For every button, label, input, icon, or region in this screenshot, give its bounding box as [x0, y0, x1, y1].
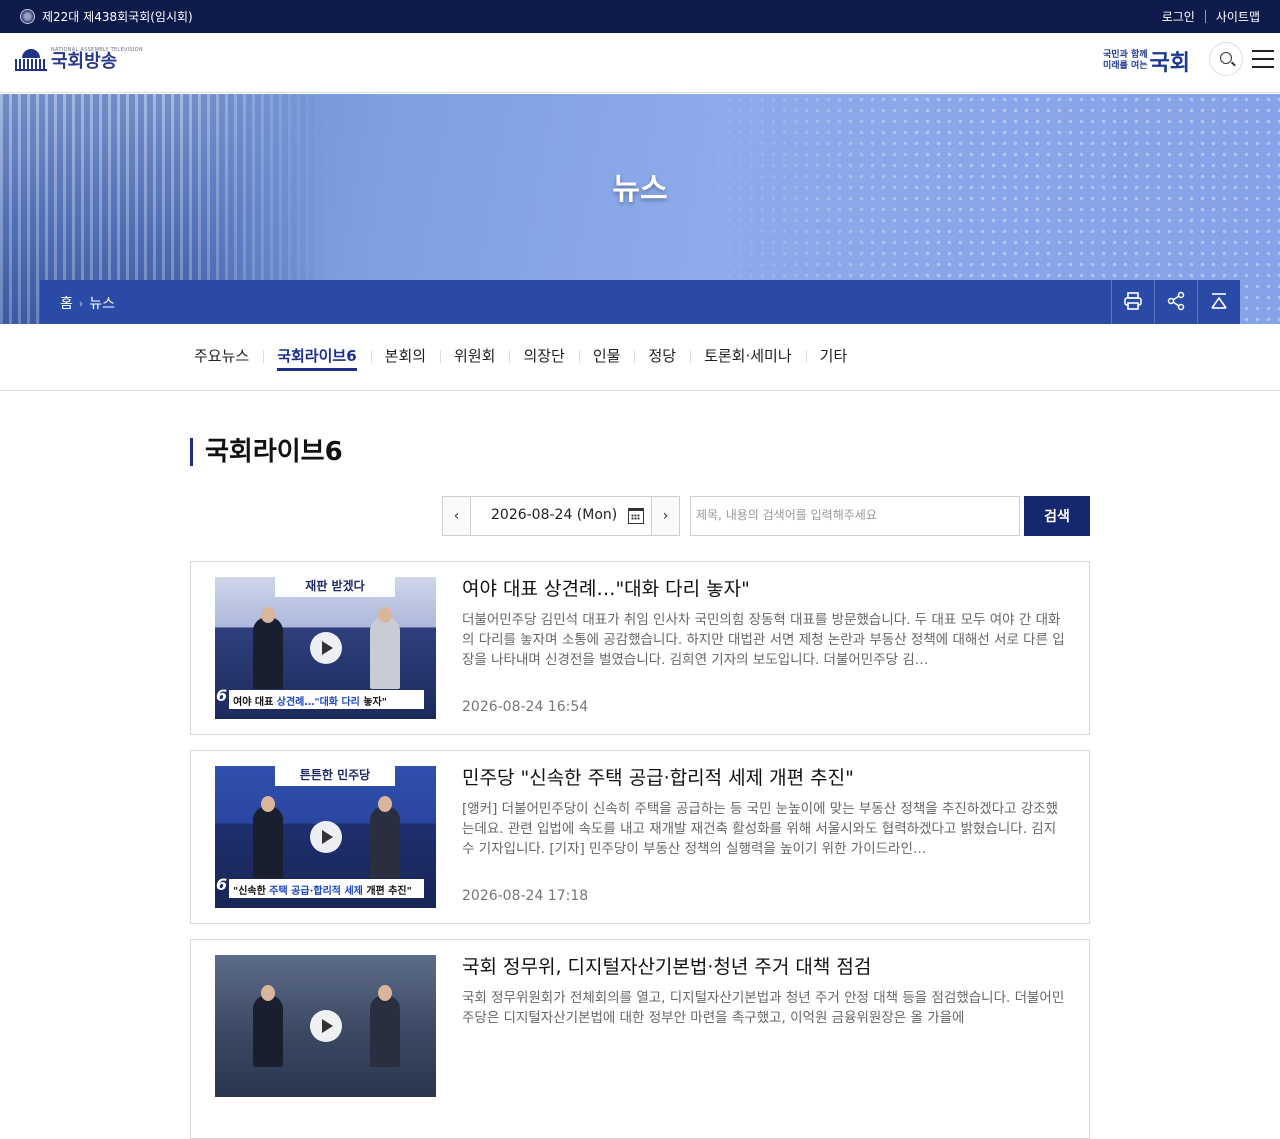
play-icon[interactable]	[310, 632, 342, 664]
breadcrumb: 홈 › 뉴스	[60, 293, 115, 313]
anchor-head	[261, 796, 275, 812]
video-thumbnail[interactable]: 튼튼한 민주당 6 "신속한 주택 공급·합리적 세제 개편 추진"	[215, 766, 436, 908]
logo-title: 국회방송	[51, 51, 118, 72]
anchor-head	[378, 796, 392, 812]
anchor-figure	[253, 806, 283, 878]
video-thumbnail[interactable]	[215, 955, 436, 1097]
anchor-figure	[370, 995, 400, 1067]
login-link[interactable]: 로그인	[1162, 8, 1195, 25]
next-date-button[interactable]: ›	[651, 497, 679, 535]
tab-7[interactable]: 토론회·세미나	[690, 346, 806, 366]
live6-logo: 6	[216, 686, 228, 705]
sitemap-link[interactable]: 사이트맵	[1216, 8, 1260, 25]
tab-4[interactable]: 의장단	[509, 346, 578, 366]
thumbnail-caption: 여야 대표 상견례…"대화 다리 놓자"	[229, 690, 424, 709]
slogan-big: 국회	[1149, 51, 1191, 76]
play-icon[interactable]	[310, 1010, 342, 1042]
tab-5[interactable]: 인물	[578, 346, 635, 366]
tab-list: 주요뉴스 국회라이브6 본회의 위원회 의장단 인물 정당 토론회·세미나 기타	[180, 346, 862, 371]
anchor-head	[378, 607, 392, 623]
anchor-figure	[370, 617, 400, 689]
anchor-figure	[253, 995, 283, 1067]
assembly-building-icon	[15, 49, 47, 71]
calendar-icon[interactable]	[628, 508, 644, 524]
assembly-slogan-logo[interactable]: 국민과 함께 미래를 여는 국회	[1103, 45, 1190, 77]
anchor-figure	[370, 806, 400, 878]
top-utility-bar: 제22대 제438회국회(임시회) 로그인 사이트맵	[0, 0, 1280, 33]
video-thumbnail[interactable]: 재판 받겠다 6 여야 대표 상견례…"대화 다리 놓자"	[215, 577, 436, 719]
anchor-head	[378, 985, 392, 1001]
thumbnail-headline: 튼튼한 민주당	[275, 766, 395, 786]
tab-1[interactable]: 국회라이브6	[263, 346, 370, 371]
article-title[interactable]: 국회 정무위, 디지털자산기본법·청년 주거 대책 점검	[462, 952, 871, 979]
search-button[interactable]: 검색	[1024, 496, 1090, 536]
section-title: 국회라이브6	[190, 438, 343, 466]
article-title[interactable]: 여야 대표 상견례…"대화 다리 놓자"	[462, 574, 750, 601]
article-summary: 국회 정무위원회가 전체회의를 열고, 디지털자산기본법과 청년 주거 안정 대…	[462, 990, 1065, 1026]
prev-date-button[interactable]: ‹	[443, 497, 471, 535]
tab-label: 토론회·세미나	[704, 347, 792, 365]
article-summary: 더불어민주당 김민석 대표가 취임 인사차 국민의힘 장동혁 대표를 방문했습니…	[462, 612, 1065, 668]
article-card[interactable]: 재판 받겠다 6 여야 대표 상견례…"대화 다리 놓자" 여야 대표 상견례……	[190, 561, 1090, 735]
session-label: 제22대 제438회국회(임시회)	[42, 10, 193, 24]
tab-label: 기타	[819, 347, 848, 365]
share-icon	[1167, 291, 1185, 311]
article-title[interactable]: 민주당 "신속한 주택 공급·합리적 세제 개편 추진"	[462, 763, 854, 790]
article-card[interactable]: 튼튼한 민주당 6 "신속한 주택 공급·합리적 세제 개편 추진" 민주당 "…	[190, 750, 1090, 924]
tab-label: 본회의	[384, 347, 427, 365]
page-title: 뉴스	[612, 172, 668, 207]
hero-banner: 뉴스 홈 › 뉴스	[0, 94, 1280, 324]
tab-label: 위원회	[454, 347, 496, 365]
tab-3[interactable]: 위원회	[440, 346, 509, 366]
arrow-up-icon	[1211, 293, 1227, 309]
hamburger-menu-icon[interactable]	[1252, 50, 1274, 68]
print-button[interactable]	[1111, 280, 1154, 324]
live6-logo: 6	[216, 875, 228, 894]
tab-label: 국회라이브6	[277, 347, 357, 371]
article-timestamp: 2026-08-24 17:18	[462, 888, 589, 904]
assembly-emblem-icon	[20, 9, 35, 24]
tab-0[interactable]: 주요뉴스	[180, 346, 263, 366]
top-links: 로그인 사이트맵	[1162, 8, 1260, 25]
tab-label: 의장단	[523, 347, 565, 365]
search-input[interactable]	[696, 508, 1014, 522]
article-summary: [앵커] 더불어민주당이 신속히 주택을 공급하는 등 국민 눈높이에 맞는 부…	[462, 801, 1059, 857]
slogan-line1: 국민과 함께	[1103, 50, 1148, 60]
category-tabs: 주요뉴스 국회라이브6 본회의 위원회 의장단 인물 정당 토론회·세미나 기타	[0, 324, 1280, 391]
tab-2[interactable]: 본회의	[370, 346, 440, 366]
breadcrumb-bar: 홈 › 뉴스	[40, 280, 1240, 324]
anchor-head	[261, 607, 275, 623]
date-value[interactable]: 2026-08-24 (Mon)	[491, 507, 617, 523]
tab-label: 정당	[648, 347, 677, 365]
print-icon	[1124, 292, 1142, 310]
tab-label: 주요뉴스	[194, 347, 250, 365]
search-field	[690, 496, 1020, 536]
article-timestamp: 2026-08-24 16:54	[462, 699, 589, 715]
divider	[1204, 10, 1206, 23]
breadcrumb-home[interactable]: 홈	[60, 293, 73, 313]
site-header: NATIONAL ASSEMBLY TELEVISION 국회방송 국민과 함께…	[0, 33, 1280, 93]
tab-label: 인물	[592, 347, 621, 365]
article-card[interactable]: 국회 정무위, 디지털자산기본법·청년 주거 대책 점검 국회 정무위원회가 전…	[190, 939, 1090, 1139]
anchor-figure	[253, 617, 283, 689]
tab-6[interactable]: 정당	[634, 346, 690, 366]
scroll-top-button[interactable]	[1197, 280, 1240, 324]
anchor-head	[261, 985, 275, 1001]
session-info: 제22대 제438회국회(임시회)	[20, 8, 193, 25]
date-picker: ‹ 2026-08-24 (Mon) ›	[442, 496, 680, 536]
thumbnail-headline: 재판 받겠다	[275, 577, 395, 597]
thumbnail-caption: "신속한 주택 공급·합리적 세제 개편 추진"	[229, 879, 424, 898]
natv-logo[interactable]: NATIONAL ASSEMBLY TELEVISION 국회방송	[15, 48, 143, 71]
chevron-right-icon: ›	[78, 296, 84, 310]
slogan-line2: 미래를 여는	[1103, 61, 1148, 71]
tab-8[interactable]: 기타	[805, 346, 862, 366]
breadcrumb-current: 뉴스	[89, 296, 116, 312]
share-button[interactable]	[1154, 280, 1197, 324]
play-icon[interactable]	[310, 821, 342, 853]
search-icon[interactable]	[1209, 42, 1243, 76]
